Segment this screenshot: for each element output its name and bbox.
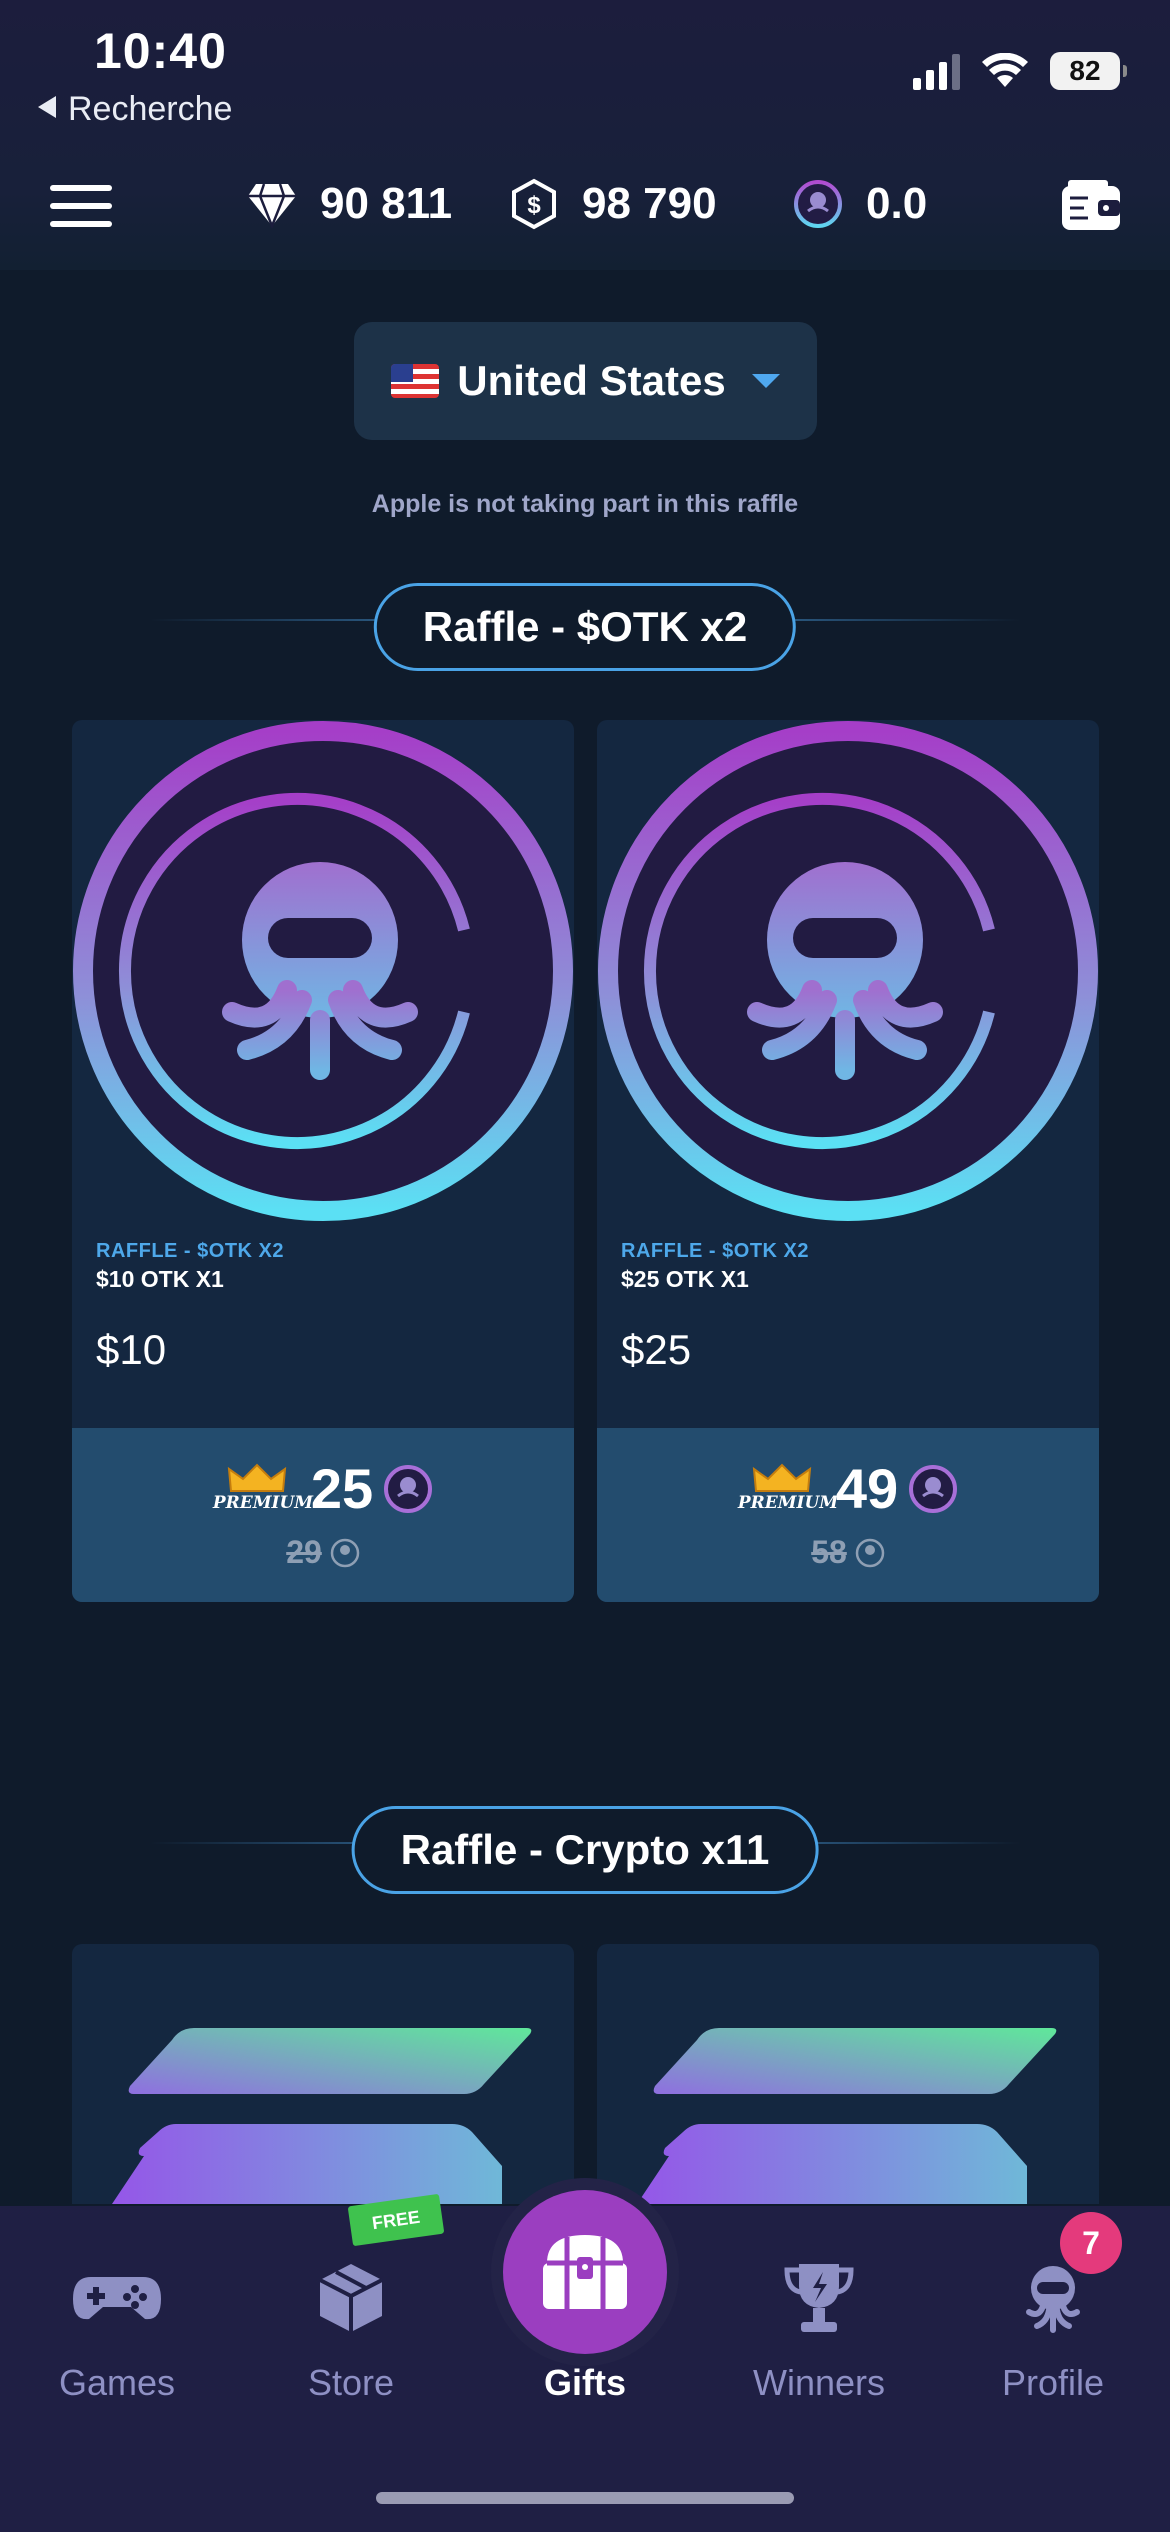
nav-profile[interactable]: Profile bbox=[936, 2238, 1170, 2404]
nav-winners[interactable]: Winners bbox=[702, 2238, 936, 2404]
coin-dollar-icon: $ bbox=[508, 178, 560, 230]
card-footer: PREMIUM 49 58 bbox=[597, 1428, 1099, 1602]
status-indicators: 82 bbox=[913, 52, 1127, 90]
gems-value: 90 811 bbox=[320, 179, 453, 228]
nav-games[interactable]: Games bbox=[0, 2238, 234, 2404]
card-name: $25 OTK X1 bbox=[621, 1266, 749, 1292]
us-flag-icon bbox=[391, 364, 440, 398]
premium-label: PREMIUM bbox=[737, 1492, 839, 1513]
trophy-icon bbox=[784, 2264, 854, 2332]
card-price: $25 bbox=[621, 1326, 692, 1373]
notification-badge: 7 bbox=[1060, 2212, 1122, 2274]
nav-games-label: Games bbox=[58, 2362, 176, 2403]
nav-winners-label: Winners bbox=[752, 2362, 886, 2403]
old-price: 58 bbox=[811, 1534, 847, 1570]
crown-icon bbox=[227, 1463, 287, 1492]
crypto-card[interactable] bbox=[597, 1944, 1099, 2204]
country-selector[interactable]: United States bbox=[354, 322, 817, 440]
otk-token-icon bbox=[909, 1464, 958, 1513]
card-footer: PREMIUM 25 29 bbox=[72, 1428, 574, 1602]
solana-logo-icon bbox=[112, 2028, 532, 2204]
nav-gifts-label: Gifts bbox=[543, 2362, 626, 2403]
crown-icon bbox=[752, 1463, 812, 1492]
wallet-icon bbox=[1062, 180, 1120, 230]
status-time: 10:40 bbox=[94, 23, 227, 79]
section-title-otk: Raffle - $OTK x2 bbox=[373, 583, 797, 671]
otk-token-icon bbox=[792, 178, 844, 230]
box-icon bbox=[319, 2264, 383, 2332]
coins-value: 98 790 bbox=[582, 179, 717, 228]
back-to-search[interactable]: Recherche bbox=[38, 90, 232, 129]
card-subtitle: RAFFLE - $OTK X2 bbox=[96, 1240, 285, 1262]
nav-store-label: Store bbox=[307, 2362, 395, 2403]
premium-price: 49 bbox=[835, 1457, 899, 1520]
back-label: Recherche bbox=[68, 90, 233, 128]
crypto-card[interactable] bbox=[72, 1944, 574, 2204]
otk-value: 0.0 bbox=[866, 179, 928, 228]
premium-badge: PREMIUM bbox=[212, 1463, 314, 1515]
premium-label: PREMIUM bbox=[212, 1492, 314, 1513]
diamond-icon bbox=[246, 178, 298, 230]
card-subtitle: RAFFLE - $OTK X2 bbox=[621, 1240, 810, 1262]
premium-badge: PREMIUM bbox=[737, 1463, 839, 1515]
signal-icon bbox=[913, 52, 960, 90]
back-arrow-icon bbox=[38, 96, 56, 118]
otk-balance: 0.0 bbox=[792, 178, 927, 230]
gems-balance: 90 811 bbox=[246, 178, 452, 230]
home-indicator bbox=[376, 2492, 794, 2504]
treasure-chest-icon bbox=[543, 2235, 627, 2309]
battery-indicator: 82 bbox=[1050, 52, 1127, 90]
wifi-icon bbox=[982, 53, 1028, 87]
card-name: $10 OTK X1 bbox=[96, 1266, 224, 1292]
otk-token-icon-muted bbox=[330, 1538, 360, 1567]
nav-profile-label: Profile bbox=[1001, 2362, 1105, 2403]
premium-price: 25 bbox=[310, 1457, 374, 1520]
otk-coin-icon bbox=[73, 721, 573, 1221]
raffle-card-10[interactable]: RAFFLE - $OTK X2 $10 OTK X1 $10 PREMIUM … bbox=[72, 720, 574, 1602]
otk-token-icon-muted bbox=[855, 1538, 885, 1567]
country-name: United States bbox=[457, 357, 726, 404]
card-price: $10 bbox=[96, 1326, 167, 1373]
svg-text:$: $ bbox=[527, 192, 541, 219]
gamepad-icon bbox=[73, 2277, 161, 2320]
raffle-notice: Apple is not taking part in this raffle bbox=[371, 490, 799, 518]
solana-logo-icon bbox=[637, 2028, 1057, 2204]
menu-button[interactable] bbox=[50, 185, 112, 229]
gifts-button[interactable] bbox=[503, 2190, 667, 2354]
wallet-button[interactable] bbox=[1060, 178, 1122, 234]
raffle-card-25[interactable]: RAFFLE - $OTK X2 $25 OTK X1 $25 PREMIUM … bbox=[597, 720, 1099, 1602]
chevron-down-icon bbox=[751, 374, 780, 388]
otk-token-icon bbox=[384, 1464, 433, 1513]
octopus-avatar-icon bbox=[1026, 2266, 1080, 2333]
coins-balance: $ 98 790 bbox=[508, 178, 717, 230]
section-title-crypto: Raffle - Crypto x11 bbox=[351, 1806, 819, 1894]
nav-store[interactable]: Store bbox=[234, 2238, 468, 2404]
otk-coin-icon bbox=[598, 721, 1098, 1221]
old-price: 29 bbox=[286, 1534, 322, 1570]
